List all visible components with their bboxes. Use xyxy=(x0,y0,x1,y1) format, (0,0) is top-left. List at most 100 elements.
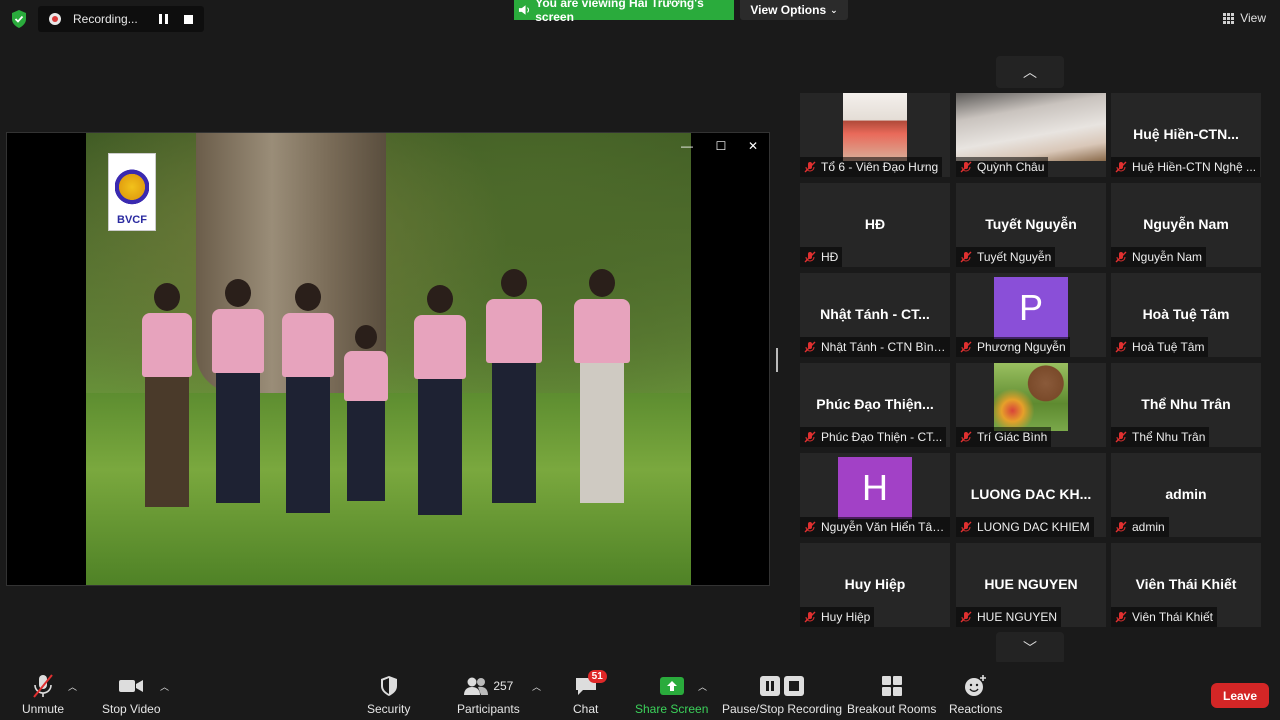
leave-meeting-button[interactable]: Leave xyxy=(1211,683,1269,708)
participants-count: 257 xyxy=(493,679,514,693)
participant-tile[interactable]: Huy Hiệp Huy Hiệp xyxy=(800,543,950,627)
stop-video-label: Stop Video xyxy=(102,702,161,716)
participant-name: Hoà Tuệ Tâm xyxy=(1132,340,1205,354)
participant-avatar: P xyxy=(994,277,1068,339)
chat-button[interactable]: 51 Chat xyxy=(573,670,607,716)
participant-name-label: Phúc Đạo Thiện - CT... xyxy=(800,427,947,447)
participant-tile[interactable]: Quỳnh Châu xyxy=(956,93,1106,177)
viewing-screen-banner: You are viewing Hải Trường's screen xyxy=(514,0,734,24)
participant-tile[interactable]: Thể Nhu Trân Thể Nhu Trân xyxy=(1111,363,1261,447)
gallery-page-down-button[interactable]: ﹀ xyxy=(996,632,1064,664)
participant-name: Tuyết Nguyễn xyxy=(977,250,1052,264)
participant-display-name: Hoà Tuệ Tâm xyxy=(1142,306,1230,322)
participant-tile[interactable]: Trí Giác Bình xyxy=(956,363,1106,447)
minimize-icon[interactable]: — xyxy=(679,139,695,153)
microphone-muted-icon xyxy=(1115,521,1127,533)
participant-display-name: HĐ xyxy=(864,216,886,232)
bvcf-logo: BVCF xyxy=(108,153,156,231)
chat-unread-badge: 51 xyxy=(587,670,607,683)
security-shield-icon[interactable] xyxy=(10,9,28,29)
child-figure xyxy=(486,269,542,503)
chevron-down-icon: ﹀ xyxy=(1023,640,1037,656)
participant-name: Viên Thái Khiết xyxy=(1132,610,1213,624)
participant-tile[interactable]: H Nguyễn Văn Hiển Tây... xyxy=(800,453,950,537)
microphone-muted-icon xyxy=(804,341,816,353)
participant-name-label: Huệ Hiền-CTN Nghệ ... xyxy=(1111,157,1261,177)
participant-display-name: Nguyễn Nam xyxy=(1143,216,1229,232)
participants-icon xyxy=(464,677,489,695)
participant-display-name: HUE NGUYEN xyxy=(984,576,1078,592)
child-figure xyxy=(282,283,334,513)
pause-stop-recording-button[interactable]: Pause/Stop Recording xyxy=(722,672,842,716)
participant-tile[interactable]: HUE NGUYEN HUE NGUYEN xyxy=(956,543,1106,627)
participant-tile[interactable]: Nhật Tánh - CT... Nhật Tánh - CTN Bình... xyxy=(800,273,950,357)
participant-tile[interactable]: admin admin xyxy=(1111,453,1261,537)
participant-display-name: Viên Thái Khiết xyxy=(1135,576,1237,592)
participant-name-label: Nhật Tánh - CTN Bình... xyxy=(800,337,950,357)
recording-label: Recording... xyxy=(73,12,138,26)
breakout-rooms-button[interactable]: Breakout Rooms xyxy=(847,672,936,716)
participants-options-caret[interactable]: ︿ xyxy=(532,680,541,693)
chevron-up-icon: ︿ xyxy=(1023,64,1037,80)
share-screen-icon xyxy=(659,677,684,695)
stop-video-button[interactable]: Stop Video xyxy=(102,672,161,716)
participant-tile[interactable]: Nguyễn Nam Nguyễn Nam xyxy=(1111,183,1261,267)
share-options-caret[interactable]: ︿ xyxy=(698,680,707,693)
shared-video-content: BVCF xyxy=(86,133,691,585)
close-icon[interactable]: ✕ xyxy=(745,139,761,153)
participant-tile[interactable]: HĐ HĐ xyxy=(800,183,950,267)
participant-tile[interactable]: Viên Thái Khiết Viên Thái Khiết xyxy=(1111,543,1261,627)
microphone-muted-icon xyxy=(960,431,972,443)
participant-tile[interactable]: Tuyết Nguyễn Tuyết Nguyễn xyxy=(956,183,1106,267)
participant-display-name: Huy Hiệp xyxy=(844,576,906,592)
participant-video xyxy=(994,363,1068,431)
participant-name: Phúc Đạo Thiện - CT... xyxy=(821,430,943,444)
participant-name-label: Tuyết Nguyễn xyxy=(956,247,1056,267)
participant-display-name: Phúc Đạo Thiện... xyxy=(816,396,934,412)
split-view-handle[interactable] xyxy=(776,348,778,372)
participant-avatar: H xyxy=(838,457,912,519)
pause-stop-icon xyxy=(760,676,805,696)
security-button[interactable]: Security xyxy=(367,672,410,716)
participant-tile[interactable]: P Phương Nguyễn xyxy=(956,273,1106,357)
unmute-label: Unmute xyxy=(22,702,65,716)
share-screen-button[interactable]: Share Screen xyxy=(635,672,708,716)
maximize-icon[interactable]: ☐ xyxy=(713,139,729,153)
lion-logo-icon xyxy=(115,168,149,210)
participant-display-name: Thể Nhu Trân xyxy=(1141,396,1231,412)
participant-video xyxy=(843,93,907,161)
video-options-caret[interactable]: ︿ xyxy=(160,680,169,693)
participant-display-name: Nhật Tánh - CT... xyxy=(820,306,930,322)
participant-name-label: Hoà Tuệ Tâm xyxy=(1111,337,1209,357)
stop-recording-icon[interactable] xyxy=(184,14,193,24)
view-layout-button[interactable]: View xyxy=(1223,11,1266,25)
participants-button[interactable]: 257 Participants xyxy=(457,672,520,716)
participant-name: admin xyxy=(1132,520,1165,534)
pause-recording-icon[interactable] xyxy=(159,14,168,24)
participant-tile[interactable]: Tổ 6 - Viên Đạo Hưng xyxy=(800,93,950,177)
participant-tile[interactable]: Huệ Hiền-CTN... Huệ Hiền-CTN Nghệ ... xyxy=(1111,93,1261,177)
participant-name-label: admin xyxy=(1111,517,1169,537)
participant-tile[interactable]: Hoà Tuệ Tâm Hoà Tuệ Tâm xyxy=(1111,273,1261,357)
microphone-muted-icon xyxy=(960,161,972,173)
view-options-button[interactable]: View Options ⌄ xyxy=(740,0,848,20)
gallery-page-up-button[interactable]: ︿ xyxy=(996,56,1064,88)
participant-display-name: LUONG DAC KH... xyxy=(970,486,1092,502)
shared-screen: BVCF — ☐ ✕ xyxy=(6,132,770,586)
participant-name-label: Quỳnh Châu xyxy=(956,157,1049,177)
participant-tile[interactable]: LUONG DAC KH... LUONG DAC KHIEM xyxy=(956,453,1106,537)
unmute-button[interactable]: Unmute xyxy=(22,672,64,716)
participant-name-label: Trí Giác Bình xyxy=(956,427,1052,447)
microphone-muted-icon xyxy=(1115,251,1127,263)
participant-tile[interactable]: Phúc Đạo Thiện... Phúc Đạo Thiện - CT... xyxy=(800,363,950,447)
reactions-button[interactable]: Reactions xyxy=(949,672,1002,716)
security-shield-icon xyxy=(380,676,397,696)
meeting-toolbar: Unmute ︿ Stop Video ︿ Security 257 Parti… xyxy=(0,662,1280,720)
reactions-label: Reactions xyxy=(949,702,1003,716)
pause-stop-recording-label: Pause/Stop Recording xyxy=(722,702,843,716)
audio-options-caret[interactable]: ︿ xyxy=(68,680,77,693)
breakout-rooms-label: Breakout Rooms xyxy=(847,702,937,716)
microphone-muted-icon xyxy=(804,251,816,263)
view-options-label: View Options xyxy=(750,3,827,17)
participant-name: Huệ Hiền-CTN Nghệ ... xyxy=(1132,160,1257,174)
